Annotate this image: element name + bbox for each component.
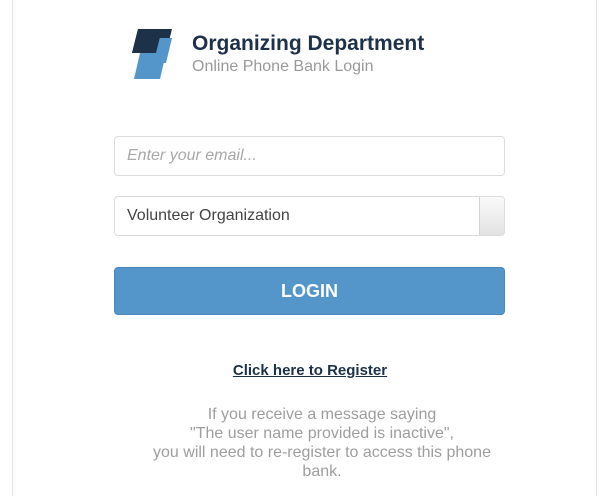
- notice-line: you will need to re-register to access t…: [153, 444, 491, 461]
- notice-line: bank.: [302, 463, 342, 480]
- organization-select[interactable]: Volunteer Organization: [114, 196, 505, 236]
- frame-border-left: [12, 0, 13, 496]
- select-toggle-button[interactable]: [479, 197, 504, 235]
- email-input[interactable]: [114, 136, 505, 176]
- login-button[interactable]: LOGIN: [114, 267, 505, 315]
- page-subtitle: Online Phone Bank Login: [192, 58, 374, 75]
- login-page: Organizing Department Online Phone Bank …: [0, 0, 608, 496]
- frame-border-right: [596, 0, 597, 496]
- brand-text: Organizing Department Online Phone Bank …: [192, 31, 424, 77]
- page-title: Organizing Department: [192, 32, 425, 55]
- organization-select-value: Volunteer Organization: [127, 207, 290, 224]
- inactive-user-notice: If you receive a message saying "The use…: [124, 405, 520, 481]
- organizing-department-logo-icon: [132, 29, 172, 79]
- notice-line: If you receive a message saying: [207, 406, 437, 423]
- register-link[interactable]: Click here to Register: [0, 361, 608, 381]
- brand-header: Organizing Department Online Phone Bank …: [124, 24, 424, 84]
- notice-line: "The user name provided is inactive",: [190, 425, 454, 442]
